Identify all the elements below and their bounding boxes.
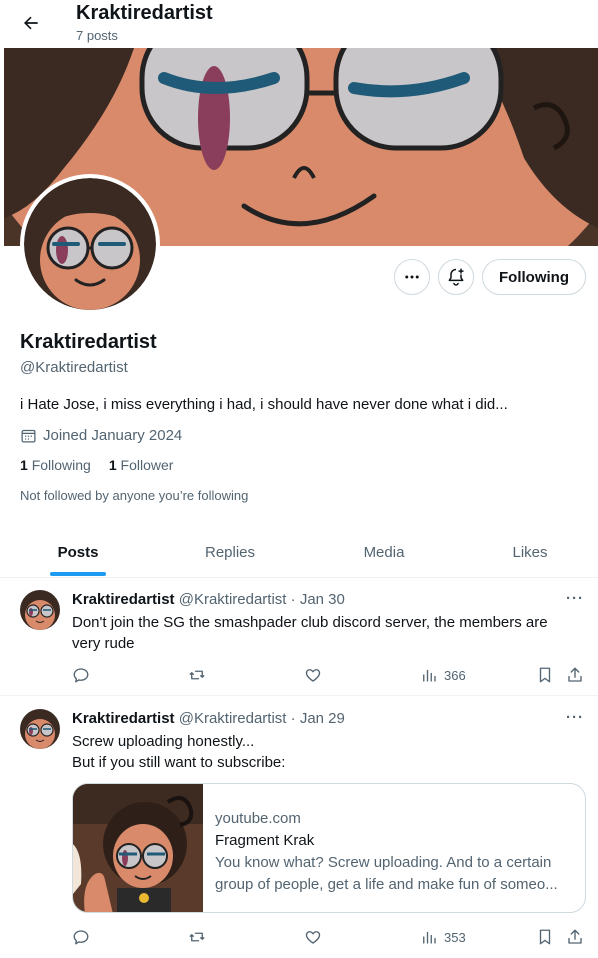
- views-button[interactable]: 366: [420, 664, 466, 686]
- share-icon: [568, 667, 582, 682]
- avatar[interactable]: [20, 590, 60, 630]
- post-more-icon[interactable]: ···: [566, 590, 584, 607]
- following-button[interactable]: Following: [482, 259, 586, 295]
- views-button[interactable]: 353: [420, 926, 466, 948]
- post-actions: 366: [72, 664, 588, 686]
- bookmark-icon: [539, 929, 551, 945]
- share-icon: [568, 929, 582, 944]
- avatar[interactable]: [20, 709, 60, 749]
- post-more-icon[interactable]: ···: [566, 709, 584, 726]
- post-text: Screw uploading honestly... But if you s…: [72, 731, 572, 773]
- views-icon: [423, 669, 436, 682]
- profile-bio: i Hate Jose, i miss everything i had, i …: [20, 396, 508, 413]
- repost-button[interactable]: [188, 664, 206, 686]
- profile-handle: @Kraktiredartist: [20, 359, 128, 376]
- post-text: Don't join the SG the smashpader club di…: [72, 614, 548, 652]
- reply-icon: [73, 930, 89, 945]
- bell-plus-icon: [448, 268, 464, 286]
- share-button[interactable]: [566, 664, 584, 686]
- tab-posts[interactable]: Posts: [20, 526, 136, 578]
- reply-button[interactable]: [72, 664, 90, 686]
- followers-count: 1: [108, 457, 117, 473]
- joined-date: Joined January 2024: [20, 427, 182, 444]
- following-count: 1: [20, 457, 28, 473]
- active-tab-indicator: [50, 572, 106, 576]
- tab-likes[interactable]: Likes: [470, 526, 590, 578]
- back-arrow-icon[interactable]: [14, 6, 48, 40]
- header-post-count: 7 posts: [76, 28, 118, 43]
- link-description: You know what? Screw uploading. And to a…: [215, 854, 558, 893]
- reply-icon: [73, 668, 89, 683]
- profile-name: Kraktiredartist: [20, 331, 157, 353]
- like-icon: [305, 931, 321, 944]
- post-text-line: Screw uploading honestly...: [72, 733, 255, 750]
- repost-icon: [189, 670, 205, 680]
- header-title: Kraktiredartist: [76, 2, 213, 24]
- reply-button[interactable]: [72, 926, 90, 948]
- post-separator: ·: [290, 710, 296, 727]
- repost-button[interactable]: [188, 926, 206, 948]
- post-author-handle[interactable]: @Kraktiredartist: [179, 710, 287, 727]
- bookmark-button[interactable]: [536, 664, 554, 686]
- profile-tabs: Posts Replies Media Likes: [0, 526, 598, 578]
- followers-link[interactable]: 1 Follower: [109, 457, 174, 473]
- post-header: Kraktiredartist @Kraktiredartist · Jan 3…: [72, 591, 345, 608]
- post-author-handle[interactable]: @Kraktiredartist: [179, 591, 287, 608]
- notifications-button[interactable]: [438, 259, 474, 295]
- like-button[interactable]: [304, 664, 322, 686]
- like-icon: [305, 669, 321, 682]
- more-icon: [405, 275, 419, 279]
- link-preview-thumbnail: [73, 784, 203, 912]
- tab-replies[interactable]: Replies: [170, 526, 290, 578]
- avatar-image: [24, 178, 156, 310]
- avatar-image: [20, 590, 60, 630]
- post-date[interactable]: Jan 29: [300, 710, 345, 727]
- post-actions: 353: [72, 926, 588, 948]
- following-label: Following: [31, 457, 91, 473]
- link-domain: youtube.com: [215, 810, 301, 827]
- views-icon: [423, 931, 436, 944]
- views-count: 366: [444, 667, 466, 683]
- share-button[interactable]: [566, 926, 584, 948]
- followers-label: Follower: [120, 457, 174, 473]
- post-text-line: But if you still want to subscribe:: [72, 754, 286, 771]
- follow-stats: 1 Following 1 Follower: [20, 457, 173, 473]
- tab-media[interactable]: Media: [324, 526, 444, 578]
- post-author-name[interactable]: Kraktiredartist: [72, 591, 175, 608]
- calendar-icon: [21, 429, 36, 443]
- following-link[interactable]: 1 Following: [20, 457, 91, 473]
- more-options-button[interactable]: [394, 259, 430, 295]
- avatar-image: [20, 709, 60, 749]
- repost-icon: [189, 932, 205, 942]
- thumbnail-image: [73, 784, 203, 912]
- post-author-name[interactable]: Kraktiredartist: [72, 710, 175, 727]
- post[interactable]: Kraktiredartist @Kraktiredartist · Jan 3…: [0, 578, 598, 696]
- like-button[interactable]: [304, 926, 322, 948]
- link-preview-body: youtube.com Fragment Krak You know what?…: [215, 808, 575, 896]
- profile-avatar[interactable]: [20, 174, 160, 314]
- views-count: 353: [444, 929, 466, 945]
- profile-header: Kraktiredartist 7 posts: [0, 0, 598, 48]
- post-separator: ·: [290, 591, 296, 608]
- link-preview-card[interactable]: youtube.com Fragment Krak You know what?…: [72, 783, 586, 913]
- post-date[interactable]: Jan 30: [300, 591, 345, 608]
- post-header: Kraktiredartist @Kraktiredartist · Jan 2…: [72, 710, 345, 727]
- bookmark-button[interactable]: [536, 926, 554, 948]
- bookmark-icon: [539, 667, 551, 683]
- not-followed-notice: Not followed by anyone you’re following: [20, 488, 249, 503]
- link-title: Fragment Krak: [215, 832, 315, 849]
- joined-text: Joined January 2024: [43, 427, 183, 444]
